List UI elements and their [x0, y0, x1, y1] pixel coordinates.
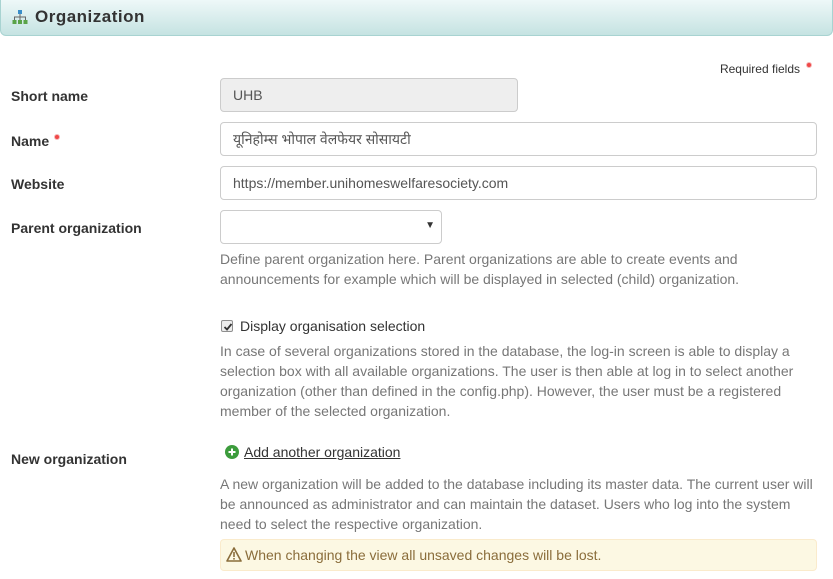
- display-selection-help: In case of several organizations stored …: [220, 343, 794, 419]
- required-fields-note: Required fields: [720, 62, 800, 76]
- chevron-down-icon: ▼: [425, 220, 435, 231]
- display-selection-label[interactable]: Display organisation selection: [240, 318, 425, 334]
- add-circle-icon[interactable]: [225, 445, 239, 459]
- warning-text: When changing the view all unsaved chang…: [245, 547, 602, 563]
- required-fields-label: Required fields: [719, 62, 800, 76]
- parent-organization-label: Parent organization: [11, 220, 142, 236]
- name-required-icon: [54, 134, 60, 140]
- name-label: Name: [11, 133, 50, 149]
- new-organization-label: New organization: [11, 451, 127, 467]
- website-label: Website: [11, 176, 65, 192]
- name-input[interactable]: यूनिहोम्स भोपाल वेलफेयर सोसायटी: [220, 122, 817, 156]
- new-organization-help: A new organization will be added to the …: [220, 476, 813, 532]
- website-input[interactable]: https://member.unihomeswelfaresociety.co…: [220, 166, 817, 200]
- short-name-label: Short name: [11, 88, 89, 104]
- required-marker-icon: [806, 62, 812, 68]
- page-title: Organization: [35, 7, 145, 26]
- parent-organization-select[interactable]: ▼: [220, 210, 442, 244]
- warning-alert: When changing the view all unsaved chang…: [220, 539, 817, 571]
- add-organization-link[interactable]: Add another organization: [244, 444, 400, 460]
- checkmark-icon: [223, 323, 233, 331]
- parent-organization-help: Define parent organization here. Parent …: [220, 251, 740, 287]
- short-name-input: UHB: [220, 78, 518, 112]
- warning-triangle-icon: [226, 547, 242, 562]
- panel-header: Organization: [0, 0, 833, 36]
- organization-tree-icon: [12, 10, 28, 24]
- display-selection-checkbox[interactable]: [221, 320, 233, 332]
